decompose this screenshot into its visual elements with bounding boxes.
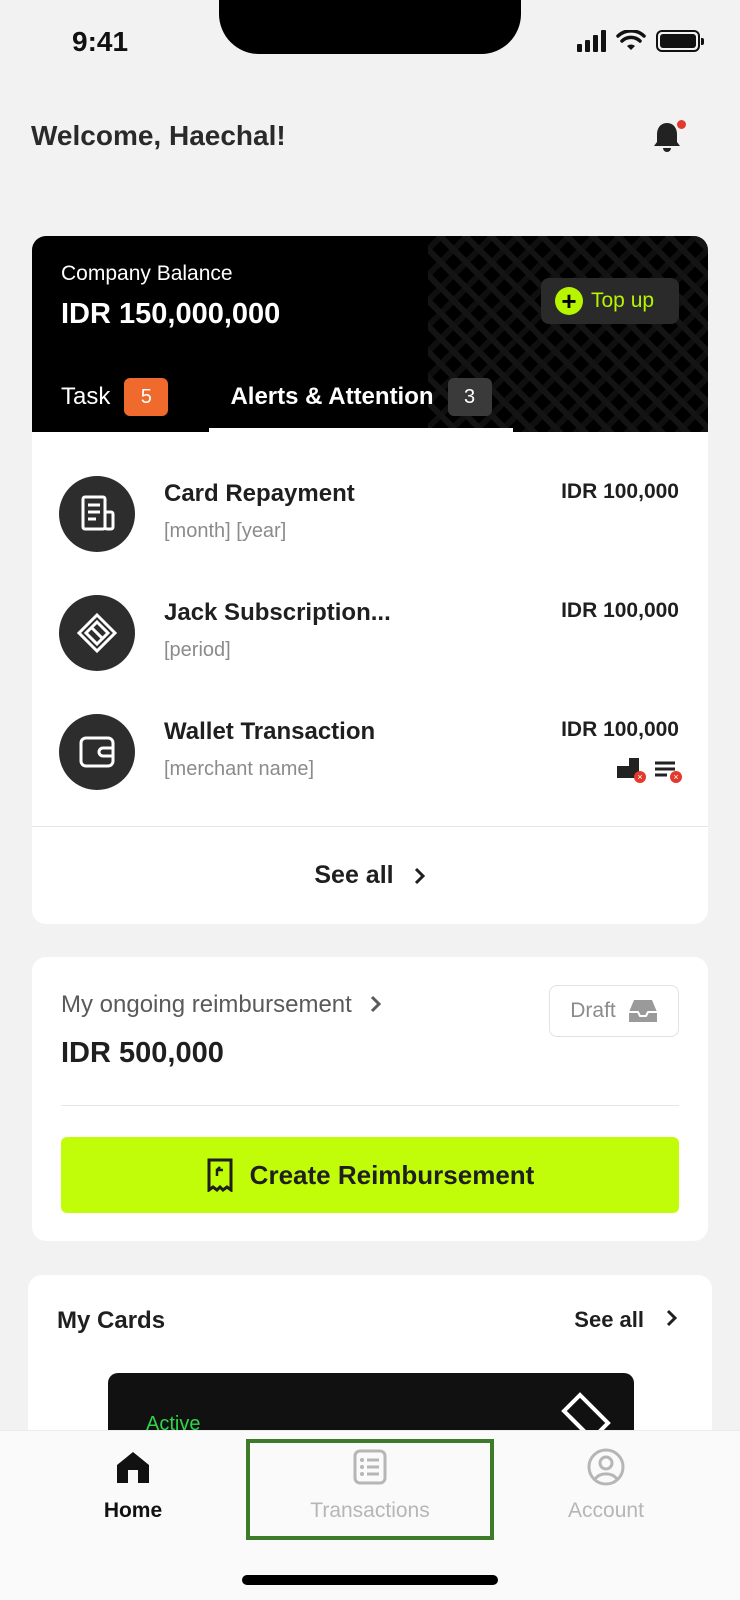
nav-account[interactable]: Account [506, 1447, 706, 1547]
tab-task-label: Task [61, 383, 111, 410]
missing-details-icon: × [653, 758, 682, 783]
highlight-box [246, 1439, 494, 1540]
topup-button[interactable]: + Top up [541, 278, 679, 324]
balance-label: Company Balance [61, 262, 233, 285]
wallet-icon [59, 714, 135, 790]
balance-header: Company Balance IDR 150,000,000 + Top up… [32, 236, 708, 432]
task-count-badge: 5 [124, 378, 169, 416]
chevron-right-icon [666, 1309, 678, 1327]
chevron-right-icon [414, 867, 425, 884]
home-icon [117, 1452, 149, 1483]
balance-card: Company Balance IDR 150,000,000 + Top up… [32, 236, 708, 924]
alerts-see-all-button[interactable]: See all [32, 827, 708, 924]
status-time: 9:41 [72, 26, 129, 57]
topup-label: Top up [591, 289, 655, 312]
status-icons [577, 30, 704, 52]
missing-receipt-icon: × [617, 758, 646, 783]
reimbursement-amount: IDR 500,000 [61, 1037, 224, 1069]
wifi-icon [616, 30, 646, 50]
tab-alerts-attention[interactable]: Alerts & Attention 3 [209, 362, 513, 432]
alert-subtitle: [month] [year] [164, 520, 287, 542]
alert-amount: IDR 100,000 [561, 480, 679, 503]
alert-amount: IDR 100,000 [561, 599, 679, 622]
alert-title: Wallet Transaction [164, 718, 376, 745]
alerts-count-badge: 3 [447, 378, 492, 416]
reimbursement-label: My ongoing reimbursement [61, 991, 352, 1018]
bottom-navigation: Home Transactions Account [0, 1430, 740, 1600]
chevron-right-icon [370, 995, 381, 1013]
alert-item-wallet-transaction[interactable]: Wallet Transaction [merchant name] IDR 1… [32, 670, 708, 790]
tab-task[interactable]: Task 5 [61, 362, 169, 432]
alert-title: Card Repayment [164, 480, 355, 507]
reimbursement-card: My ongoing reimbursement IDR 500,000 Dra… [32, 957, 708, 1241]
see-all-label: See all [574, 1307, 644, 1332]
balance-tabs: Task 5 Alerts & Attention 3 [32, 362, 708, 432]
alert-subtitle: [period] [164, 639, 231, 661]
device-notch [219, 0, 521, 54]
alert-amount: IDR 100,000 [561, 718, 679, 741]
alert-title: Jack Subscription... [164, 599, 391, 626]
create-reimbursement-button[interactable]: Create Reimbursement [61, 1137, 679, 1213]
jack-logo-icon [59, 595, 135, 671]
draft-label: Draft [570, 999, 616, 1022]
notification-button[interactable] [652, 118, 688, 154]
tab-alerts-label: Alerts & Attention [230, 383, 434, 410]
my-cards-title: My Cards [57, 1307, 166, 1334]
nav-home[interactable]: Home [33, 1447, 233, 1547]
cards-see-all-button[interactable]: See all [574, 1307, 678, 1333]
plus-icon: + [555, 287, 583, 315]
cellular-signal-icon [577, 30, 606, 52]
battery-icon [656, 30, 704, 52]
draft-button[interactable]: Draft [549, 985, 679, 1037]
create-reimbursement-label: Create Reimbursement [249, 1159, 535, 1190]
status-bar: 9:41 [0, 0, 740, 90]
home-indicator [242, 1575, 498, 1585]
alert-subtitle: [merchant name] [164, 758, 315, 780]
welcome-title: Welcome, Haechal! [31, 120, 286, 151]
alert-item-jack-subscription[interactable]: Jack Subscription... [period] IDR 100,00… [32, 551, 708, 671]
see-all-label: See all [314, 861, 394, 889]
receipt-return-icon [207, 1158, 233, 1192]
ongoing-reimbursement-link[interactable]: My ongoing reimbursement [61, 991, 382, 1019]
divider [61, 1105, 679, 1106]
user-circle-icon [587, 1448, 625, 1486]
nav-home-label: Home [103, 1499, 163, 1522]
receipt-icon [59, 476, 135, 552]
nav-account-label: Account [568, 1499, 644, 1522]
notification-dot [675, 118, 688, 131]
inbox-icon [628, 1000, 657, 1022]
alert-item-card-repayment[interactable]: Card Repayment [month] [year] IDR 100,00… [32, 432, 708, 552]
missing-attachment-flags: × × [617, 758, 682, 783]
balance-amount: IDR 150,000,000 [61, 298, 281, 330]
